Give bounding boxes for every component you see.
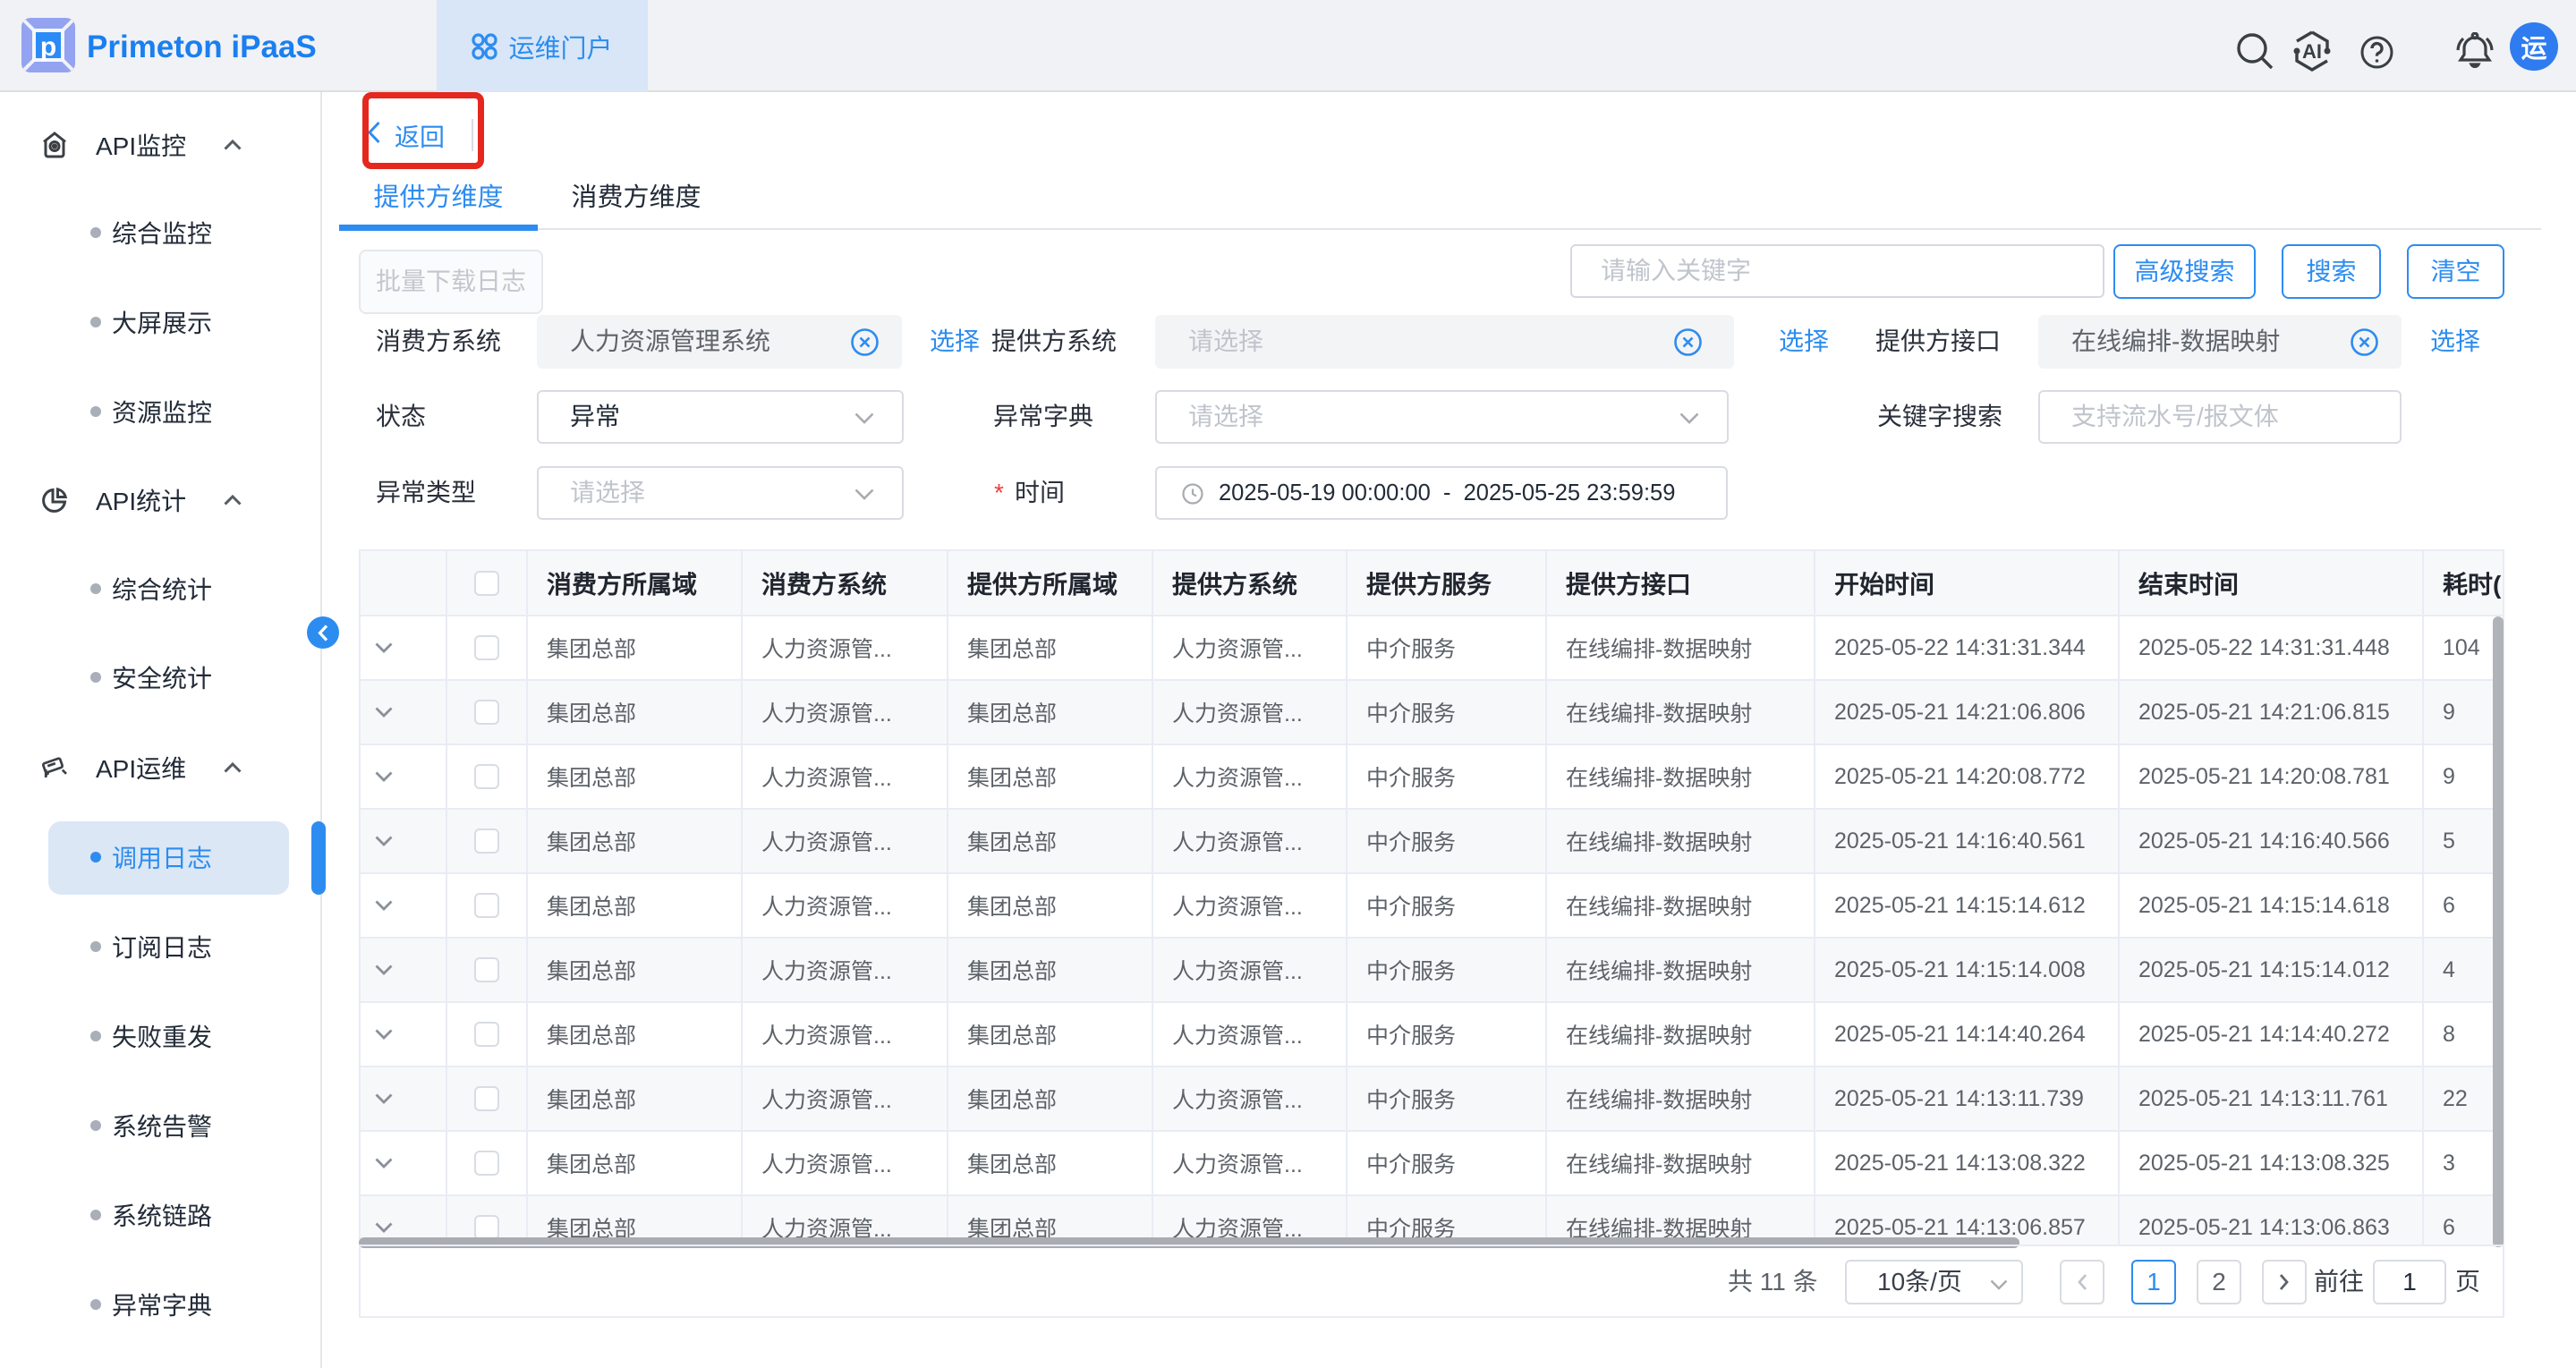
svg-text:p: p	[40, 32, 56, 62]
svg-text:AI: AI	[2302, 40, 2322, 63]
